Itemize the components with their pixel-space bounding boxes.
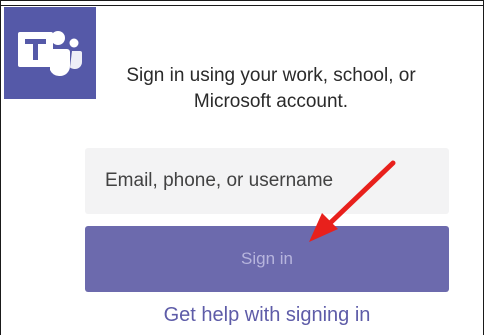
get-help-signing-in-link[interactable]: Get help with signing in: [85, 304, 449, 327]
top-divider: [0, 0, 484, 6]
sign-in-prompt-line1: Sign in using your work, school, or: [126, 65, 416, 86]
sign-in-prompt: Sign in using your work, school, or Micr…: [96, 63, 446, 115]
side-divider: [0, 100, 5, 118]
email-phone-username-input[interactable]: [85, 148, 449, 214]
login-field[interactable]: [85, 148, 449, 214]
sign-in-prompt-line2: Microsoft account.: [193, 91, 349, 112]
microsoft-teams-logo-icon: [4, 7, 96, 99]
sign-in-button[interactable]: Sign in: [85, 226, 449, 292]
